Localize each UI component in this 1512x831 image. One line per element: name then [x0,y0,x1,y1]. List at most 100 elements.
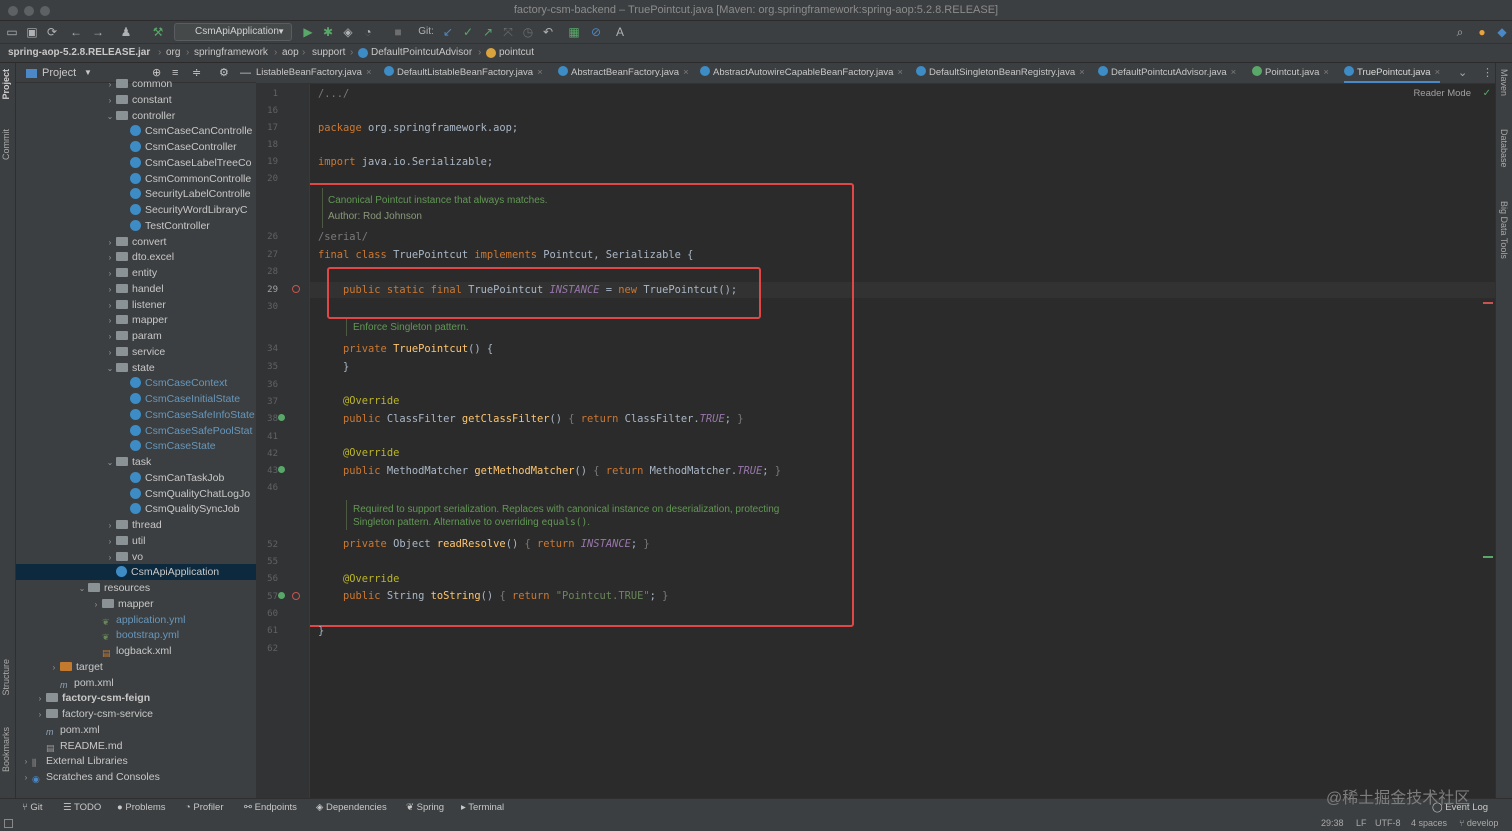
expand-arrow-icon[interactable]: › [104,282,116,298]
change-stripe-marker[interactable] [1483,556,1493,558]
tree-item[interactable]: ⌄ state [16,360,256,376]
breadcrumb-support[interactable]: support [312,44,345,62]
expand-arrow-icon[interactable]: ⌄ [76,581,88,597]
coverage-icon[interactable]: ◈ [340,24,356,40]
plugin-icon[interactable]: ◆ [1494,24,1510,40]
tree-item[interactable]: › factory-csm-feign [16,690,256,706]
breadcrumb-springframework[interactable]: springframework [194,44,268,62]
maven-tool-tab[interactable]: Maven [1499,69,1509,96]
tree-item[interactable]: CsmCaseController [16,139,256,155]
more-icon[interactable]: ⋮ [1482,63,1493,83]
run-icon[interactable]: ▶ [300,24,316,40]
close-tab-icon[interactable]: × [366,67,372,78]
editor-tab[interactable]: AbstractAutowireCapableBeanFactory.java × [700,63,903,83]
caret-position[interactable]: 29:38 [1321,818,1344,828]
expand-arrow-icon[interactable]: › [104,518,116,534]
debug-icon[interactable]: ✱ [320,24,336,40]
error-stripe-marker[interactable] [1483,302,1493,304]
tree-item[interactable]: › mapper [16,312,256,328]
indent-setting[interactable]: 4 spaces [1411,818,1447,828]
breadcrumb-class[interactable]: DefaultPointcutAdvisor [371,44,472,62]
stop-icon[interactable]: ■ [390,24,406,40]
terminal-tool-button[interactable]: ▸ Terminal [461,802,504,813]
commit-tool-tab[interactable]: Commit [1,129,11,160]
spring-tool-button[interactable]: ❦ Spring [406,802,444,813]
profile-icon[interactable]: ◔ [360,24,376,40]
tree-item[interactable]: SecurityLabelControlle [16,186,256,202]
tree-item[interactable]: › handel [16,281,256,297]
tree-item[interactable]: › dto.excel [16,249,256,265]
close-tab-icon[interactable]: × [537,67,543,78]
tree-item[interactable]: › thread [16,517,256,533]
tree-item[interactable]: › util [16,533,256,549]
tree-item[interactable]: ⌄ resources [16,580,256,596]
run-configuration-select[interactable]: CsmApiApplication ▼ [174,23,292,41]
tree-item[interactable]: › listener [16,297,256,313]
dependencies-tool-button[interactable]: ◈ Dependencies [316,802,387,813]
tree-item[interactable]: CsmCommonControlle [16,171,256,187]
override-gutter-icon[interactable] [278,466,285,473]
git-push-icon[interactable]: ↗ [480,24,496,40]
layout-toggle-icon[interactable] [4,819,13,828]
expand-arrow-icon[interactable]: › [90,597,102,613]
tree-item[interactable]: CsmCaseSafeInfoState [16,407,256,423]
tree-item[interactable]: TestController [16,218,256,234]
tree-item[interactable]: › mapper [16,596,256,612]
git-pull-icon[interactable]: ⤧ [500,24,516,40]
tree-item[interactable]: CsmCaseSafePoolStat [16,423,256,439]
structure-tool-tab[interactable]: Structure [1,659,11,696]
expand-arrow-icon[interactable]: › [20,754,32,770]
expand-arrow-icon[interactable]: › [104,298,116,314]
tree-item[interactable]: CsmCanTaskJob [16,470,256,486]
line-separator[interactable]: LF [1356,818,1367,828]
git-update-icon[interactable]: ↙ [440,24,456,40]
expand-arrow-icon[interactable]: › [104,550,116,566]
back-icon[interactable]: ← [68,24,84,40]
tree-item[interactable]: ❦ bootstrap.yml [16,627,256,643]
close-tab-icon[interactable]: × [1323,67,1329,78]
tree-item[interactable]: › target [16,659,256,675]
build-hammer-icon[interactable]: ⚒ [150,24,166,40]
breadcrumb-field[interactable]: pointcut [499,44,534,62]
close-tab-icon[interactable]: × [897,67,903,78]
inspection-ok-icon[interactable]: ✓ [1483,88,1491,99]
tree-item[interactable]: › constant [16,92,256,108]
editor-tab[interactable]: DefaultSingletonBeanRegistry.java × [916,63,1085,83]
database-tool-tab[interactable]: Database [1499,129,1509,168]
git-commit-icon[interactable]: ✓ [460,24,476,40]
rollback-icon[interactable]: ↶ [540,24,556,40]
tree-item[interactable]: › ◉ Scratches and Consoles [16,769,256,785]
history-icon[interactable]: ◷ [520,24,536,40]
git-branch[interactable]: ⑂ develop [1459,818,1498,828]
todo-tool-button[interactable]: ☰ TODO [63,802,101,813]
breakpoint-icon[interactable] [292,285,300,293]
breadcrumb-jar[interactable]: spring-aop-5.2.8.RELEASE.jar [8,44,150,62]
tree-item[interactable]: CsmCaseState [16,438,256,454]
expand-arrow-icon[interactable]: › [34,707,46,723]
breadcrumb-aop[interactable]: aop [282,44,299,62]
expand-arrow-icon[interactable]: › [104,329,116,345]
tree-item[interactable]: › convert [16,234,256,250]
tree-item[interactable]: CsmQualitySyncJob [16,501,256,517]
tree-item[interactable]: m pom.xml [16,675,256,691]
expand-arrow-icon[interactable]: ⌄ [104,109,116,125]
breadcrumb-org[interactable]: org [166,44,180,62]
git-tool-button[interactable]: ⑂ Git [22,802,42,813]
problems-tool-button[interactable]: ● Problems [117,802,166,813]
expand-arrow-icon[interactable]: › [34,691,46,707]
tree-item[interactable]: › service [16,344,256,360]
expand-arrow-icon[interactable]: ⌄ [104,455,116,471]
editor-tab[interactable]: DefaultListableBeanFactory.java × [384,63,543,83]
expand-arrow-icon[interactable]: › [104,77,116,93]
profiler-tool-button[interactable]: ◔ Profiler [185,802,223,813]
expand-arrow-icon[interactable]: › [104,235,116,251]
tree-item[interactable]: CsmCaseContext [16,375,256,391]
tree-item[interactable]: ❦ application.yml [16,612,256,628]
project-tool-tab[interactable]: Project [1,69,11,100]
editor-tab[interactable]: Pointcut.java × [1252,63,1329,83]
tree-item[interactable]: ⌄ controller [16,108,256,124]
expand-arrow-icon[interactable]: › [104,250,116,266]
tree-item[interactable]: ▤ logback.xml [16,643,256,659]
expand-arrow-icon[interactable]: › [104,313,116,329]
tree-item[interactable]: › common [16,76,256,92]
